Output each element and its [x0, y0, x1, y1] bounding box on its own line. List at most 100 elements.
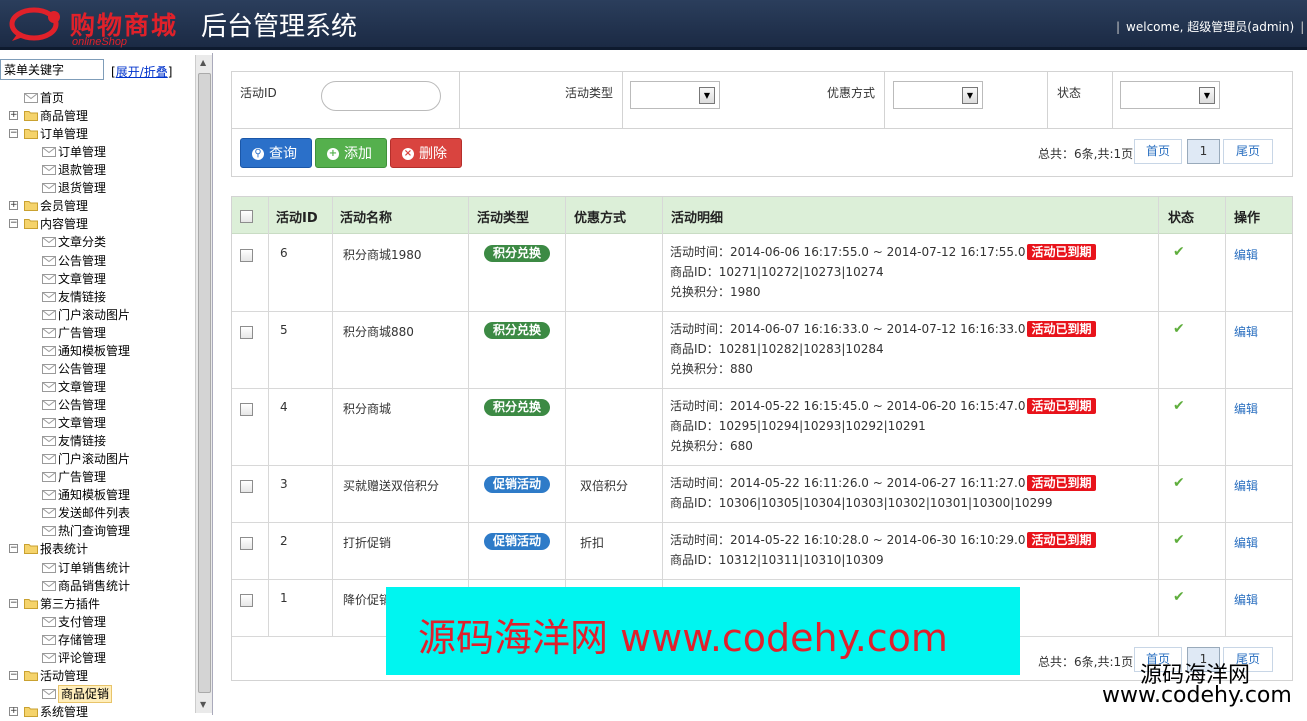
goods-ids: 商品ID：10271|10272|10273|10274	[670, 265, 884, 279]
sidebar-scrollbar[interactable]: ▲ ▼	[195, 55, 212, 713]
logo-bubble-icon	[9, 7, 60, 41]
menu-item[interactable]: 门户滚动图片	[0, 306, 195, 324]
edit-link[interactable]: 编辑	[1234, 591, 1258, 608]
last-page-button[interactable]: 尾页	[1223, 139, 1273, 164]
activity-time: 活动时间：2014-05-22 16:10:28.0 ~ 2014-06-30 …	[670, 530, 1096, 550]
add-button[interactable]: + 添加	[315, 138, 387, 168]
activity-type-select[interactable]: ▼	[630, 81, 720, 109]
menu-item[interactable]: 热门查询管理	[0, 522, 195, 540]
menu-item[interactable]: 通知模板管理	[0, 486, 195, 504]
menu-item[interactable]: 发送邮件列表	[0, 504, 195, 522]
edit-link[interactable]: 编辑	[1234, 400, 1258, 417]
scroll-up-icon[interactable]: ▲	[200, 58, 206, 67]
activity-name: 买就赠送双倍积分	[343, 479, 440, 493]
menu-folder[interactable]: − 报表统计	[0, 540, 195, 558]
row-checkbox[interactable]	[240, 537, 253, 550]
menu-item[interactable]: 退款管理	[0, 161, 195, 179]
menu-item-label: 商品销售统计	[58, 579, 131, 593]
edit-link[interactable]: 编辑	[1234, 246, 1258, 263]
menu-item[interactable]: 门户滚动图片	[0, 450, 195, 468]
mail-icon	[42, 237, 56, 247]
row-checkbox[interactable]	[240, 326, 253, 339]
search-icon: ⚲	[252, 148, 264, 160]
menu-item[interactable]: 商品促销	[0, 685, 195, 703]
menu-item[interactable]: 首页	[0, 89, 195, 107]
expand-icon[interactable]: +	[9, 201, 18, 210]
menu-item-label: 订单销售统计	[58, 561, 131, 575]
scroll-down-icon[interactable]: ▼	[200, 700, 206, 709]
chevron-down-icon[interactable]: ▼	[1199, 87, 1215, 104]
chevron-down-icon[interactable]: ▼	[962, 87, 978, 104]
menu-item[interactable]: 文章管理	[0, 378, 195, 396]
menu-item[interactable]: 订单销售统计	[0, 559, 195, 577]
menu-item[interactable]: 友情链接	[0, 288, 195, 306]
menu-item[interactable]: 广告管理	[0, 468, 195, 486]
menu-item[interactable]: 评论管理	[0, 649, 195, 667]
menu-item-label: 退货管理	[58, 181, 107, 195]
menu-item[interactable]: 文章分类	[0, 233, 195, 251]
menu-item[interactable]: 广告管理	[0, 324, 195, 342]
activity-type-badge: 积分兑换	[484, 322, 551, 339]
menu-item[interactable]: 通知模板管理	[0, 342, 195, 360]
menu-item[interactable]: 存储管理	[0, 631, 195, 649]
collapse-icon[interactable]: −	[9, 671, 18, 680]
first-page-button[interactable]: 首页	[1134, 139, 1182, 164]
current-page-button[interactable]: 1	[1187, 139, 1220, 164]
menu-item[interactable]: 文章管理	[0, 270, 195, 288]
table-header: 活动ID 活动名称 活动类型 优惠方式 活动明细 状态 操作	[232, 197, 1292, 234]
menu-item[interactable]: 退货管理	[0, 179, 195, 197]
edit-link[interactable]: 编辑	[1234, 477, 1258, 494]
check-icon: ✔	[1173, 244, 1185, 260]
menu-folder[interactable]: − 订单管理	[0, 125, 195, 143]
expand-collapse-link[interactable]: 展开/折叠	[116, 65, 168, 79]
mail-icon	[42, 454, 56, 464]
menu-folder[interactable]: + 会员管理	[0, 197, 195, 215]
mail-icon	[42, 617, 56, 627]
row-checkbox[interactable]	[240, 403, 253, 416]
folder-icon	[24, 599, 38, 609]
menu-item[interactable]: 支付管理	[0, 613, 195, 631]
row-checkbox[interactable]	[240, 249, 253, 262]
edit-link[interactable]: 编辑	[1234, 323, 1258, 340]
row-checkbox[interactable]	[240, 594, 253, 607]
expired-badge: 活动已到期	[1027, 475, 1096, 491]
menu-folder[interactable]: + 系统管理	[0, 703, 195, 721]
edit-link[interactable]: 编辑	[1234, 534, 1258, 551]
menu-item[interactable]: 公告管理	[0, 360, 195, 378]
menu-folder[interactable]: − 内容管理	[0, 215, 195, 233]
menu-item[interactable]: 公告管理	[0, 252, 195, 270]
row-checkbox[interactable]	[240, 480, 253, 493]
activity-id: 4	[280, 400, 288, 414]
select-all-checkbox[interactable]	[240, 210, 253, 223]
activity-time-text: 活动时间：2014-06-06 16:17:55.0 ~ 2014-07-12 …	[670, 245, 1026, 259]
menu-item[interactable]: 商品销售统计	[0, 577, 195, 595]
delete-button[interactable]: × 删除	[390, 138, 462, 168]
menu-item-label: 门户滚动图片	[58, 308, 131, 322]
menu-item[interactable]: 友情链接	[0, 432, 195, 450]
menu-folder[interactable]: − 第三方插件	[0, 595, 195, 613]
status-select[interactable]: ▼	[1120, 81, 1220, 109]
collapse-icon[interactable]: −	[9, 599, 18, 608]
collapse-icon[interactable]: −	[9, 219, 18, 228]
check-icon: ✔	[1173, 475, 1185, 491]
menu-search-input[interactable]	[0, 59, 104, 80]
mail-icon	[42, 274, 56, 284]
menu-item[interactable]: 订单管理	[0, 143, 195, 161]
menu-folder[interactable]: + 商品管理	[0, 107, 195, 125]
activity-id-input[interactable]	[321, 81, 441, 111]
divider	[622, 72, 623, 129]
mail-icon	[42, 183, 56, 193]
menu-folder[interactable]: − 活动管理	[0, 667, 195, 685]
collapse-icon[interactable]: −	[9, 544, 18, 553]
chevron-down-icon[interactable]: ▼	[699, 87, 715, 104]
separator: |	[1300, 20, 1305, 34]
table-row: 2 打折促销 促销活动 折扣 活动时间：2014-05-22 16:10:28.0 ~ …	[232, 522, 1292, 579]
collapse-icon[interactable]: −	[9, 129, 18, 138]
scrollbar-thumb[interactable]	[198, 73, 211, 693]
activity-time: 活动时间：2014-05-22 16:11:26.0 ~ 2014-06-27 …	[670, 473, 1096, 493]
discount-select[interactable]: ▼	[893, 81, 983, 109]
query-button[interactable]: ⚲ 查询	[240, 138, 312, 168]
menu-item[interactable]: 文章管理	[0, 414, 195, 432]
expand-icon[interactable]: +	[9, 111, 18, 120]
menu-item[interactable]: 公告管理	[0, 396, 195, 414]
